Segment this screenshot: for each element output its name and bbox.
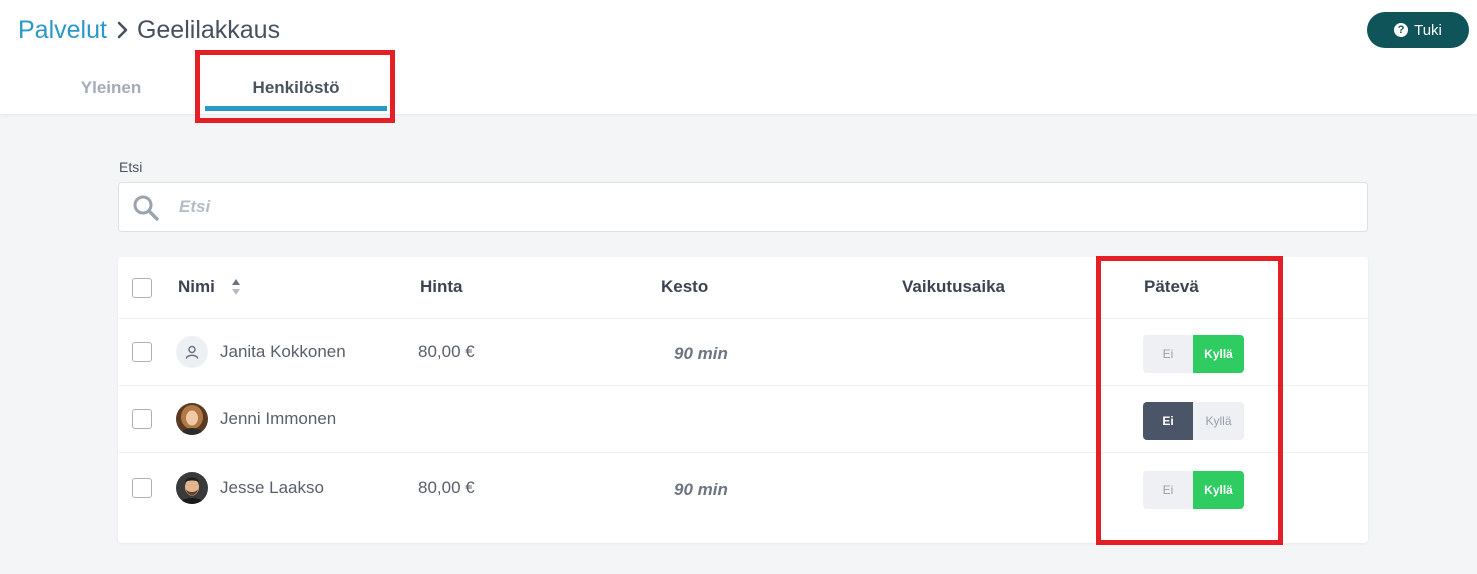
chevron-right-icon xyxy=(117,21,129,39)
tab-general-label: Yleinen xyxy=(80,78,142,97)
staff-duration: 90 min xyxy=(674,344,728,363)
active-tab-indicator xyxy=(205,106,387,111)
help-button-label: Tuki xyxy=(1414,21,1442,39)
tab-general[interactable]: Yleinen xyxy=(56,66,166,110)
table-header: Nimi Hinta Kesto Vaikutusaika Pätevä xyxy=(118,257,1368,319)
search-label: Etsi xyxy=(119,159,143,175)
column-header-name[interactable]: Nimi xyxy=(178,277,215,297)
breadcrumb-services-link[interactable]: Palvelut xyxy=(18,16,107,45)
column-header-price: Hinta xyxy=(420,277,463,296)
toggle-no[interactable]: Ei xyxy=(1143,402,1193,440)
sort-icon[interactable] xyxy=(231,277,241,302)
avatar xyxy=(176,403,208,435)
column-header-qualified: Pätevä xyxy=(1144,277,1199,296)
row-checkbox[interactable] xyxy=(132,478,152,498)
search-input[interactable] xyxy=(179,184,1349,230)
table-row: Jesse Laakso 80,00 € 90 min Ei Kyllä xyxy=(118,453,1368,520)
select-all-checkbox[interactable] xyxy=(132,278,152,298)
avatar xyxy=(176,472,208,504)
row-checkbox[interactable] xyxy=(132,342,152,362)
staff-name: Jenni Immonen xyxy=(220,409,337,428)
tab-staff[interactable]: Henkilöstö xyxy=(205,66,387,110)
tab-staff-label: Henkilöstö xyxy=(252,78,340,97)
column-header-duration: Kesto xyxy=(661,277,709,296)
staff-name: Jesse Laakso xyxy=(220,478,324,497)
staff-table: Nimi Hinta Kesto Vaikutusaika Pätevä Jan… xyxy=(118,257,1368,543)
table-row: Janita Kokkonen 80,00 € 90 min Ei Kyllä xyxy=(118,319,1368,386)
staff-price: 80,00 € xyxy=(418,478,475,497)
table-row: Jenni Immonen Ei Kyllä xyxy=(118,386,1368,453)
search-box xyxy=(118,182,1368,232)
avatar xyxy=(176,336,208,368)
user-icon xyxy=(185,345,199,359)
toggle-yes[interactable]: Kyllä xyxy=(1193,402,1244,440)
qualified-toggle[interactable]: Ei Kyllä xyxy=(1143,471,1244,509)
staff-price: 80,00 € xyxy=(418,342,475,361)
top-bar: Palvelut Geelilakkaus ? Tuki Yleinen Hen… xyxy=(0,0,1477,114)
column-header-effect-time: Vaikutusaika xyxy=(902,277,1006,296)
toggle-no[interactable]: Ei xyxy=(1143,335,1193,373)
question-icon: ? xyxy=(1394,23,1409,37)
search-icon xyxy=(132,194,160,227)
toggle-no[interactable]: Ei xyxy=(1143,471,1193,509)
qualified-toggle[interactable]: Ei Kyllä xyxy=(1143,335,1244,373)
row-checkbox[interactable] xyxy=(132,409,152,429)
staff-duration: 90 min xyxy=(674,480,728,499)
staff-name: Janita Kokkonen xyxy=(220,342,346,361)
help-button[interactable]: ? Tuki xyxy=(1367,12,1469,48)
toggle-yes[interactable]: Kyllä xyxy=(1193,471,1244,509)
page-title: Geelilakkaus xyxy=(136,15,281,44)
toggle-yes[interactable]: Kyllä xyxy=(1193,335,1244,373)
qualified-toggle[interactable]: Ei Kyllä xyxy=(1143,402,1244,440)
breadcrumb: Palvelut Geelilakkaus xyxy=(18,14,280,46)
